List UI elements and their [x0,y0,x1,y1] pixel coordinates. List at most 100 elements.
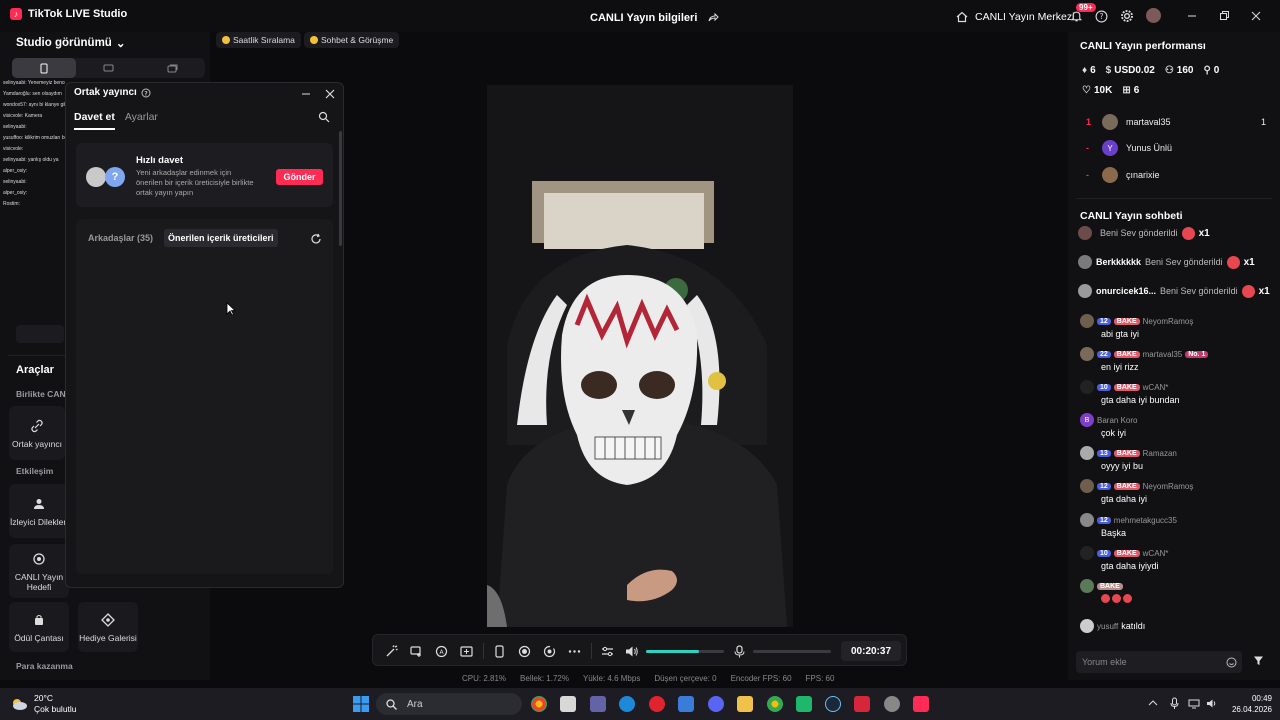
hourly-ranking-chip[interactable]: Saatlik Sıralama [216,32,301,48]
system-clock[interactable]: 00:49 26.04.2026 [1226,693,1272,715]
stream-timer: 00:20:37 [841,641,901,661]
maximize-icon[interactable] [1216,8,1232,24]
opera-icon[interactable] [649,696,665,712]
info-icon[interactable]: ? [141,88,151,98]
chat-message: 22 BAKE martaval35 No. 1 en iyi rizz [1080,347,1270,372]
chat-user: martaval35 [1142,349,1183,359]
profile-avatar[interactable] [1146,8,1161,23]
dialog-title: Ortak yayıncı ? [74,87,151,98]
emoji-smile-icon[interactable] [1226,657,1237,668]
live-center-button[interactable]: CANLI Yayın Merkezi [954,9,1074,25]
replay-icon[interactable] [541,643,557,659]
folder-icon[interactable] [737,696,753,712]
chat-text: çok iyi [1101,428,1127,438]
ranking-row[interactable]: - Y Yunus Ünlü [1086,140,1266,156]
taskbar-search[interactable]: Ara [376,693,522,715]
obs-icon[interactable] [884,696,900,712]
settings-gear-icon[interactable] [1119,8,1135,24]
tiktok-live-studio-icon[interactable] [913,696,929,712]
record-icon[interactable] [516,643,532,659]
send-invite-button[interactable]: Gönder [276,169,323,185]
dialog-scrollbar[interactable] [339,131,342,246]
steam-icon[interactable] [825,696,841,712]
ranking-row[interactable]: - çınarixie [1086,167,1266,183]
dialog-minimize-icon[interactable] [298,86,314,102]
landscape-orientation-button[interactable] [76,58,140,78]
tab-invite[interactable]: Davet et [74,111,115,130]
edge-icon[interactable] [619,696,635,712]
magic-effects-icon[interactable] [383,643,399,659]
discord-icon[interactable] [708,696,724,712]
scene-add-icon[interactable] [408,643,424,659]
weather-widget[interactable]: 20°C Çok bulutlu [10,693,77,715]
divider [1076,198,1272,199]
auto-effect-icon[interactable]: A [433,643,449,659]
minimize-icon[interactable] [1184,8,1200,24]
chat-user: Baran Koro [1097,415,1138,425]
more-options-icon[interactable] [566,643,582,659]
bake-badge: BAKE [1097,582,1123,590]
tab-settings[interactable]: Ayarlar [125,111,158,130]
gift-notification: Beni Sev gönderildi x1 [1078,226,1278,240]
co-host-tool[interactable]: Ortak yayıncı [9,406,65,460]
speaker-volume-fill [646,650,700,653]
refresh-icon[interactable] [308,231,324,247]
emoji-row [1101,594,1270,603]
microphone-tray-icon[interactable] [1170,697,1179,710]
mic-volume-slider[interactable] [753,650,831,653]
rank-number: - [1086,143,1089,153]
live-center-label: CANLI Yayın Merkezi [975,11,1075,23]
live-goal-tool[interactable]: CANLI Yayın Hedefi [9,544,69,598]
chat-user: wCAN* [1142,382,1169,392]
app-icon[interactable] [796,696,812,712]
youtube-icon[interactable] [854,696,870,712]
filter-icon[interactable] [1253,655,1264,666]
live-info-text: CANLI Yayın bilgileri [590,12,698,24]
chevron-up-icon[interactable] [1148,699,1158,707]
store-icon[interactable] [560,696,576,712]
bake-badge: BAKE [1113,482,1140,490]
ranking-row[interactable]: 1 martaval35 1 [1086,114,1266,130]
network-icon[interactable] [1188,698,1200,709]
viewer-requests-tool[interactable]: İzleyici Dilekleri [9,484,69,538]
gifts-value: 6 [1133,85,1140,96]
live-info-title[interactable]: CANLI Yayın bilgileri [590,10,721,26]
teams-icon[interactable] [590,696,606,712]
share-icon[interactable] [705,10,721,26]
gift-gallery-tool[interactable]: Hediye Galerisi [78,602,138,652]
co-host-tool-label: Ortak yayıncı [11,438,63,449]
chat-meet-chip[interactable]: Sohbet & Görüşme [304,32,400,48]
help-icon[interactable]: ? [1093,8,1109,24]
studio-view-dropdown[interactable]: Studio görünümü ⌄ [16,36,125,50]
audio-mixer-icon[interactable] [599,643,615,659]
portrait-orientation-button[interactable] [12,58,77,78]
chrome-icon[interactable] [531,696,547,712]
gift-count: x1 [1258,285,1270,297]
chat-text: gta daha iyiydi [1101,561,1159,571]
comment-input[interactable]: Yorum ekle [1076,651,1242,673]
mail-icon[interactable] [678,696,694,712]
windows-start-icon[interactable] [353,696,369,712]
streamer-video-frame [487,85,793,627]
dialog-title-text: Ortak yayıncı [74,87,137,98]
search-icon[interactable] [316,109,332,125]
preview-toggle-button[interactable] [16,325,64,343]
multi-screen-button[interactable] [141,58,205,78]
tab-suggested-creators[interactable]: Önerilen içerik üreticileri [164,229,278,247]
microphone-icon[interactable] [731,643,747,659]
gift-gallery-icon [100,612,116,628]
speaker-icon[interactable] [624,643,640,659]
dialog-close-icon[interactable] [322,86,338,102]
speaker-volume-slider[interactable] [646,650,724,653]
fps-stat: FPS: 60 [805,674,835,683]
notification-bell[interactable]: 99+ [1068,3,1096,24]
phone-icon[interactable] [491,643,507,659]
hourly-ranking-label: Saatlik Sıralama [233,35,295,45]
bake-badge: BAKE [1113,449,1140,457]
close-window-icon[interactable] [1248,8,1264,24]
layout-icon[interactable] [458,643,474,659]
chrome-canary-icon[interactable] [767,696,783,712]
reward-bag-tool[interactable]: Ödül Çantası [9,602,69,652]
volume-tray-icon[interactable] [1206,698,1218,709]
tab-friends[interactable]: Arkadaşlar (35) [88,233,153,243]
